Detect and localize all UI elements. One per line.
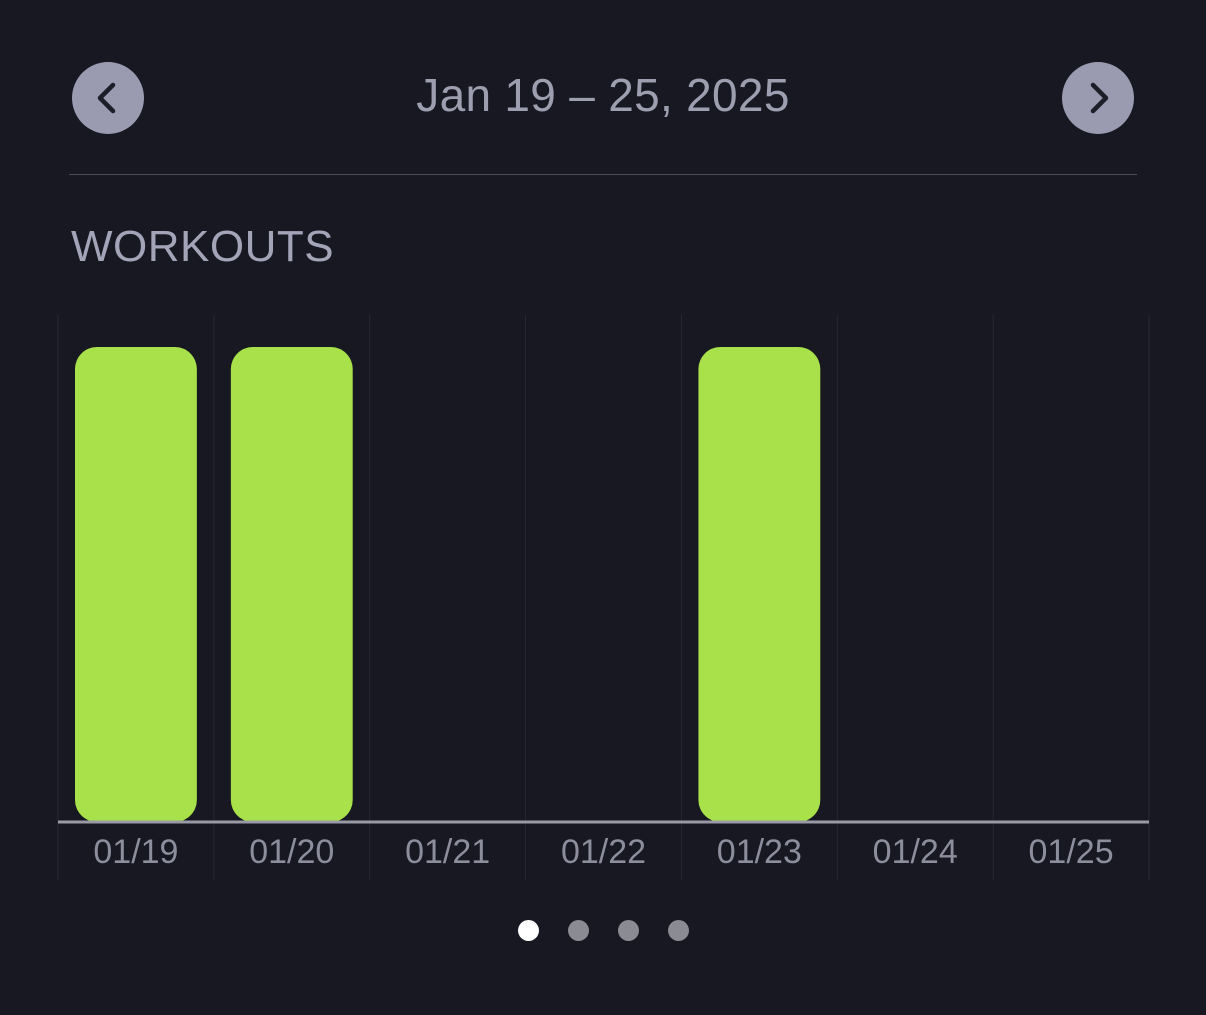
x-tick-label: 01/24 (873, 833, 958, 871)
x-tick-label: 01/21 (405, 833, 490, 871)
x-tick-label: 01/22 (561, 833, 646, 871)
page-dot[interactable] (567, 920, 589, 941)
date-range-title: Jan 19 – 25, 2025 (416, 69, 790, 121)
x-tick-label: 01/25 (1029, 833, 1114, 871)
x-tick-label: 01/19 (93, 833, 178, 871)
page-dot[interactable] (517, 920, 539, 941)
header: Jan 19 – 25, 2025 (0, 0, 1206, 175)
bar-01-20 (230, 347, 353, 822)
chevron-right-icon (1090, 82, 1109, 114)
x-tick-label: 01/23 (717, 833, 802, 871)
header-divider (69, 174, 1137, 175)
page-indicator (0, 920, 1206, 942)
x-tick-label: 01/20 (249, 833, 334, 871)
page-dot[interactable] (667, 920, 689, 941)
bar-01-19 (75, 347, 197, 822)
bar-01-23 (698, 347, 821, 822)
section-title: WORKOUTS (71, 222, 335, 271)
workouts-bar-chart: 01/19 01/20 01/21 01/22 01/23 01/24 01/25 (57, 315, 1150, 880)
next-week-button[interactable] (1062, 62, 1134, 134)
page-dot[interactable] (617, 920, 639, 941)
